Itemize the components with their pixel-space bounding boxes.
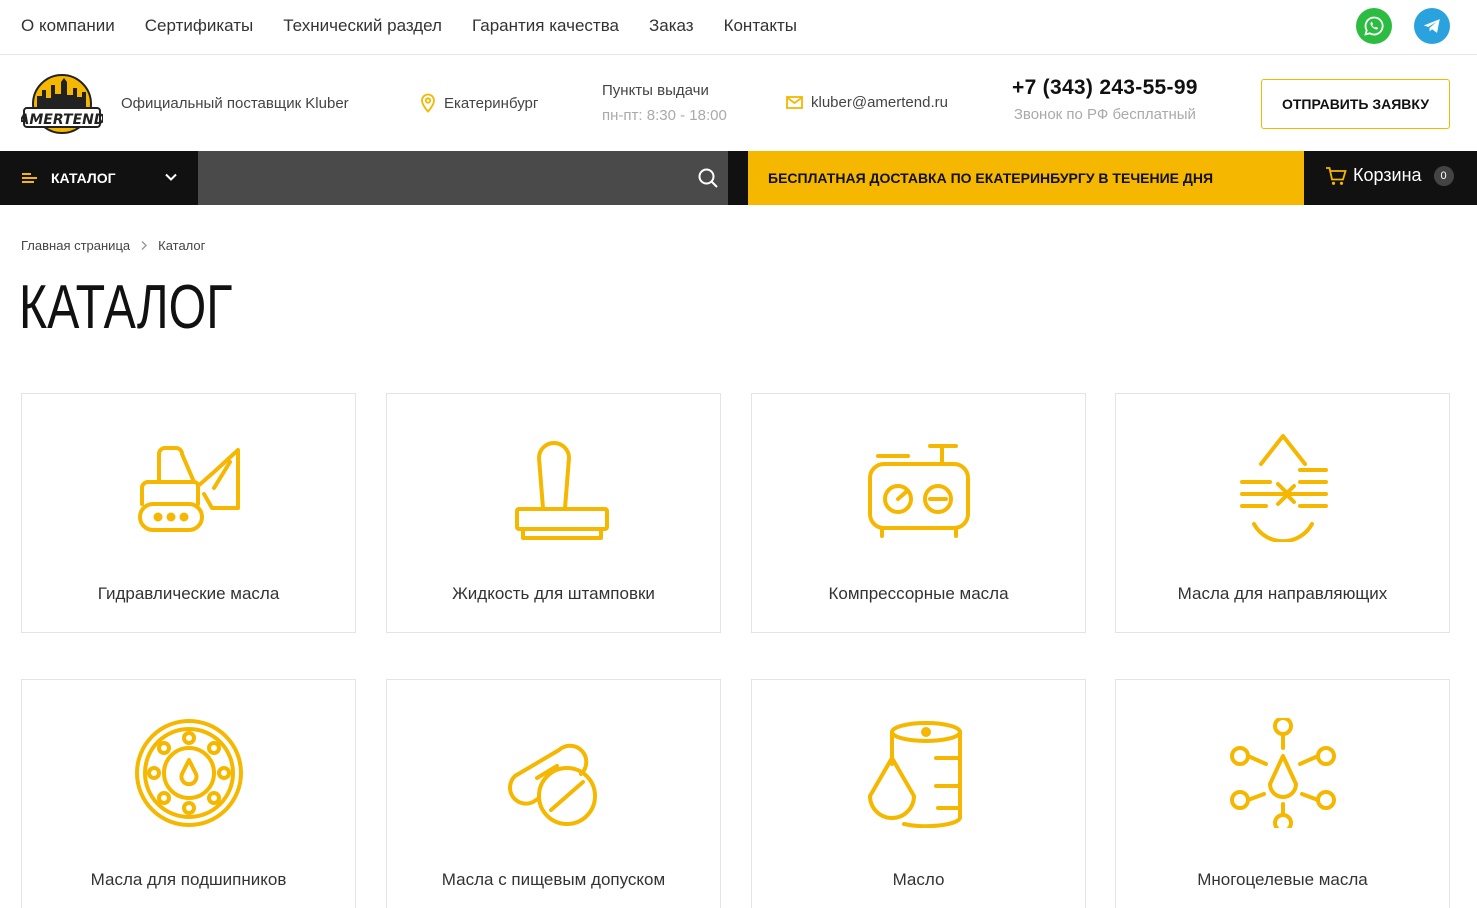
- category-name: Жидкость для штамповки: [452, 584, 655, 603]
- email-link[interactable]: kluber@amertend.ru: [786, 94, 948, 111]
- bearing-icon: [135, 719, 243, 827]
- search-icon[interactable]: [696, 166, 720, 190]
- page-title: КАТАЛОГ: [19, 273, 233, 342]
- send-request-button[interactable]: ОТПРАВИТЬ ЗАЯВКУ: [1261, 79, 1450, 129]
- category-card-oil[interactable]: Масло: [751, 679, 1086, 908]
- free-delivery-banner: БЕСПЛАТНАЯ ДОСТАВКА ПО ЕКАТЕРИНБУРГУ В Т…: [748, 151, 1304, 205]
- category-card-compressor[interactable]: Компрессорные масла: [751, 393, 1086, 633]
- menu-icon: [22, 173, 37, 183]
- city-selector[interactable]: Екатеринбург: [420, 93, 538, 113]
- search-input[interactable]: [198, 151, 678, 205]
- telegram-button[interactable]: [1414, 8, 1450, 44]
- cart-button[interactable]: Корзина 0: [1325, 165, 1454, 186]
- chevron-down-icon: [165, 173, 177, 181]
- barrel-drop-icon: [868, 721, 962, 828]
- search-box: [198, 151, 728, 205]
- mail-icon: [786, 96, 803, 109]
- phone-block: +7 (343) 243-55-99 Звонок по РФ бесплатн…: [1012, 76, 1198, 123]
- stamp-icon: [515, 441, 609, 540]
- category-card-bearing[interactable]: Масла для подшипников: [21, 679, 356, 908]
- location-pin-icon: [421, 93, 435, 113]
- compressor-icon: [868, 444, 970, 538]
- site-header: AMERTEND Официальный поставщик Kluber Ек…: [0, 56, 1477, 151]
- supplier-text: Официальный поставщик Kluber: [121, 95, 349, 112]
- chevron-right-icon: [141, 241, 148, 250]
- pickup-points[interactable]: Пункты выдачи пн-пт: 8:30 - 18:00: [602, 82, 727, 124]
- catalog-label: КАТАЛОГ: [51, 170, 116, 186]
- whatsapp-button[interactable]: [1356, 8, 1392, 44]
- catalog-menu-button[interactable]: КАТАЛОГ: [0, 151, 198, 205]
- category-name: Масла с пищевым допуском: [441, 870, 666, 889]
- cart-label: Корзина: [1353, 165, 1422, 185]
- excavator-icon: [138, 446, 240, 532]
- phone-note: Звонок по РФ бесплатный: [1013, 106, 1196, 123]
- nav-link-technical[interactable]: Технический раздел: [283, 16, 442, 36]
- city-label: Екатеринбург: [444, 94, 539, 112]
- pickup-hours: пн-пт: 8:30 - 18:00: [602, 107, 727, 124]
- breadcrumb: Главная страница Каталог: [21, 238, 205, 253]
- category-name: Масло: [892, 870, 945, 889]
- breadcrumb-current: Каталог: [158, 238, 206, 253]
- top-navigation: О компании Сертификаты Технический разде…: [0, 0, 1477, 55]
- phone-number[interactable]: +7 (343) 243-55-99: [1012, 76, 1198, 100]
- top-nav-links: О компании Сертификаты Технический разде…: [21, 16, 797, 36]
- drop-network-icon: [1230, 718, 1336, 828]
- category-card-multipurpose[interactable]: Многоцелевые масла: [1115, 679, 1450, 908]
- amertend-logo[interactable]: AMERTEND: [18, 70, 105, 134]
- nav-link-about[interactable]: О компании: [21, 16, 115, 36]
- pickup-title: Пункты выдачи: [602, 82, 709, 99]
- whatsapp-icon: [1364, 16, 1384, 36]
- catalog-bar: КАТАЛОГ БЕСПЛАТНАЯ ДОСТАВКА ПО ЕКАТЕРИНБ…: [0, 151, 1477, 205]
- category-name: Масла для подшипников: [90, 870, 287, 889]
- cart-icon: [1326, 166, 1347, 185]
- telegram-icon: [1423, 19, 1440, 33]
- drop-arrows-icon: [1240, 434, 1328, 542]
- pill-icon: [508, 743, 597, 826]
- category-name: Масла для направляющих: [1177, 584, 1388, 603]
- category-name: Многоцелевые масла: [1197, 870, 1368, 889]
- email-label: kluber@amertend.ru: [811, 94, 948, 111]
- cart-count-badge: 0: [1433, 165, 1454, 186]
- nav-link-certificates[interactable]: Сертификаты: [145, 16, 253, 36]
- nav-link-contacts[interactable]: Контакты: [724, 16, 797, 36]
- category-card-stamping[interactable]: Жидкость для штамповки: [386, 393, 721, 633]
- category-name: Гидравлические масла: [97, 584, 280, 603]
- breadcrumb-home[interactable]: Главная страница: [21, 238, 130, 253]
- nav-link-quality[interactable]: Гарантия качества: [472, 16, 619, 36]
- category-card-guideway[interactable]: Масла для направляющих: [1115, 393, 1450, 633]
- logo-text: AMERTEND: [21, 112, 103, 128]
- category-card-food-grade[interactable]: Масла с пищевым допуском: [386, 679, 721, 908]
- category-card-hydraulic[interactable]: Гидравлические масла: [21, 393, 356, 633]
- category-name: Компрессорные масла: [828, 584, 1009, 603]
- nav-link-order[interactable]: Заказ: [649, 16, 694, 36]
